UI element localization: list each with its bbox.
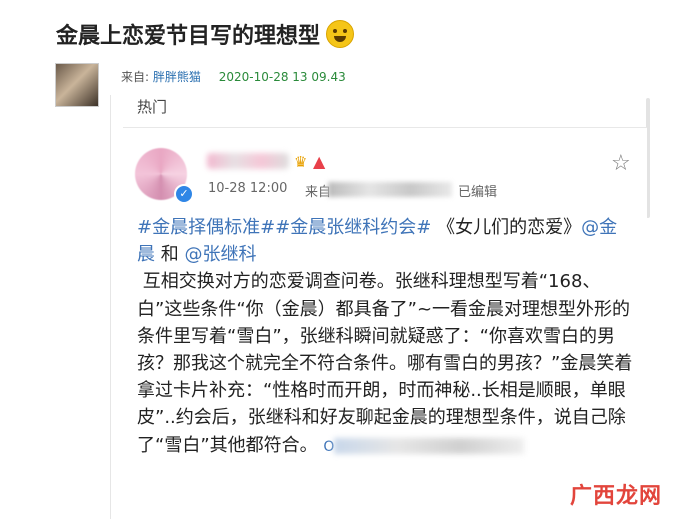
- article-meta: 来自: 胖胖熊猫 2020-10-28 13 09.43: [121, 68, 346, 85]
- post-paragraph: 互相交换对方的恋爱调查问卷。张继科理想型写着“168、白”这些条件“你（金晨）都…: [137, 268, 633, 460]
- hashtag-link[interactable]: #金晨择偶标准#: [137, 217, 275, 238]
- verified-icon: ✓: [174, 184, 194, 204]
- hot-section-label: 热门: [137, 98, 168, 116]
- blurred-tail: [334, 437, 525, 454]
- post-header-line: #金晨择偶标准##金晨张继科约会# 《女儿们的恋爱》@金晨 和 @张继科: [137, 214, 633, 268]
- author-avatar[interactable]: [55, 63, 99, 107]
- publish-time: 2020-10-28 13 09.43: [218, 70, 346, 84]
- laughing-emoji-icon: [326, 20, 355, 48]
- author-link[interactable]: 胖胖熊猫: [153, 70, 201, 84]
- edited-label[interactable]: 已编辑: [458, 181, 497, 200]
- mention-link[interactable]: @张继科: [184, 244, 256, 265]
- vip-badge-icon: ▲: [313, 152, 326, 171]
- post-time[interactable]: 10-28 12:00: [208, 181, 287, 196]
- article-title-text: 金晨上恋爱节目写的理想型: [56, 24, 321, 49]
- post-body: #金晨择偶标准##金晨张继科约会# 《女儿们的恋爱》@金晨 和 @张继科 互相交…: [137, 214, 633, 461]
- show-title: 《女儿们的恋爱》: [437, 217, 582, 238]
- divider: [110, 95, 111, 519]
- blurred-source: [328, 182, 452, 197]
- and-text: 和: [155, 244, 185, 266]
- blurred-username[interactable]: [207, 153, 289, 169]
- post-tail-char: O: [323, 438, 335, 455]
- author-prefix: 来自:: [121, 70, 150, 84]
- post-text: 互相交换对方的恋爱调查问卷。张继科理想型写着“168、白”这些条件“你（金晨）都…: [137, 271, 633, 456]
- star-icon[interactable]: ☆: [611, 151, 631, 176]
- hashtag-link[interactable]: #金晨张继科约会#: [275, 217, 431, 238]
- crown-icon: ♛: [294, 153, 308, 171]
- article-title: 金晨上恋爱节目写的理想型: [56, 18, 355, 50]
- watermark: 广西龙网: [570, 483, 663, 509]
